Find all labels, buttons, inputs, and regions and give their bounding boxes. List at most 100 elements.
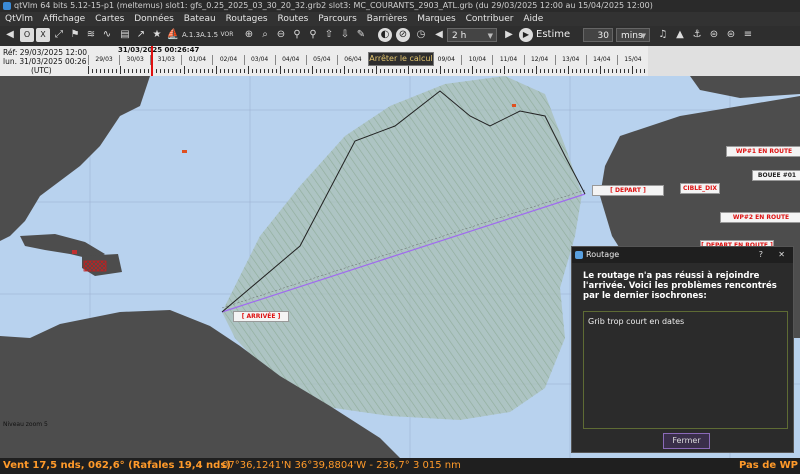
timeline-tick: [244, 69, 245, 73]
route-end-icon[interactable]: ⇩: [338, 28, 352, 42]
timeline-date: 13/04: [554, 55, 586, 65]
play-icon[interactable]: ▶: [519, 28, 533, 42]
timeline-tick: [108, 69, 109, 73]
back-icon[interactable]: ◀: [3, 28, 17, 42]
menu-aide[interactable]: Aide: [523, 14, 543, 24]
menu-icon[interactable]: ≡: [741, 28, 755, 42]
timeline-tick: [416, 69, 417, 73]
menu-affichage[interactable]: Affichage: [43, 14, 85, 24]
vor-icon[interactable]: VOR: [218, 28, 236, 42]
timeline-date: 09/04: [430, 55, 461, 65]
timeline-tick: [164, 69, 165, 73]
zoom-out-icon[interactable]: ⊖: [274, 28, 288, 42]
departure-label[interactable]: [ DEPART ]: [592, 185, 664, 196]
chart-icon[interactable]: ▤: [118, 28, 132, 42]
close-icon[interactable]: ✕: [778, 247, 785, 263]
timeline-tick: [368, 69, 369, 73]
menu-routages[interactable]: Routages: [226, 14, 268, 24]
step-unit-select[interactable]: mins ▼: [616, 28, 650, 42]
menu-contribuer[interactable]: Contribuer: [466, 14, 514, 24]
bell-icon[interactable]: ♫: [656, 28, 670, 42]
menu-routes[interactable]: Routes: [277, 14, 308, 24]
timeline-tick: [388, 69, 389, 73]
menu-marques[interactable]: Marques: [417, 14, 455, 24]
anchor-icon[interactable]: ⚓: [690, 28, 704, 42]
current-icon[interactable]: ≋: [84, 28, 98, 42]
obstacle-marker: [182, 150, 187, 153]
dialog-title-bar: Routage ? ✕: [572, 247, 793, 263]
pin2-icon[interactable]: ⚲: [306, 28, 320, 42]
zoom-fit-icon[interactable]: ⤢: [52, 28, 66, 42]
timeline-date: 01/04: [181, 55, 212, 65]
star-icon[interactable]: ★: [150, 28, 164, 42]
menu-donnees[interactable]: Données: [134, 14, 174, 24]
clock-icon[interactable]: ◷: [414, 28, 428, 42]
grib2-icon[interactable]: X: [36, 28, 50, 42]
stop-icon[interactable]: ⊘: [396, 28, 410, 42]
search-icon[interactable]: ⌕: [258, 28, 272, 42]
wp1-label[interactable]: WP#1 EN ROUTE: [726, 146, 800, 157]
buoy-label[interactable]: BOUEE #01: [752, 170, 800, 181]
timeline-tick: [440, 66, 441, 74]
timeline[interactable]: 31/03/2025 00:26:47 29/03 30/03 31/03 01/04…: [88, 46, 648, 76]
route-icon[interactable]: ↗: [134, 28, 148, 42]
mark-b-icon[interactable]: A.1.5: [200, 28, 218, 42]
mark-a-icon[interactable]: A.1.3: [182, 28, 200, 42]
interval-select[interactable]: 2 h ▼: [447, 28, 497, 42]
pin-icon[interactable]: ⚲: [290, 28, 304, 42]
warning-icon[interactable]: ▲: [673, 28, 687, 42]
app-icon: [3, 2, 11, 10]
lock-icon[interactable]: ⊜: [707, 28, 721, 42]
wp2-label[interactable]: WP#2 EN ROUTE: [720, 212, 800, 223]
timeline-tick: [208, 69, 209, 73]
toolbar: ◀ O X ⤢ ⚑ ≋ ∿ ▤ ↗ ★ ⛵ A.1.3 A.1.5 VOR ⊕ …: [0, 26, 800, 46]
routing-icon[interactable]: ◐: [378, 28, 392, 42]
waypoint-status: Pas de WP: [738, 460, 798, 471]
arrival-label[interactable]: [ ARRIVÉE ]: [233, 311, 289, 322]
timeline-tick: [548, 69, 549, 73]
timeline-tick: [456, 69, 457, 73]
step-value-input[interactable]: 30: [583, 28, 613, 42]
next-icon[interactable]: ▶: [502, 28, 516, 42]
boat-icon[interactable]: ⛵: [166, 28, 180, 42]
zoom-in-icon[interactable]: ⊕: [242, 28, 256, 42]
timeline-tick: [460, 69, 461, 73]
timeline-tick: [140, 69, 141, 73]
route-start-icon[interactable]: ⇧: [322, 28, 336, 42]
timeline-tick: [124, 69, 125, 73]
timeline-tick: [644, 69, 645, 73]
timeline-tick: [272, 69, 273, 73]
timeline-tick: [636, 69, 637, 73]
timeline-tick: [372, 69, 373, 73]
timeline-tick: [96, 69, 97, 73]
wave-icon[interactable]: ∿: [100, 28, 114, 42]
timeline-tick: [156, 69, 157, 73]
menu-cartes[interactable]: Cartes: [95, 14, 124, 24]
wind-icon[interactable]: ⚑: [68, 28, 82, 42]
timeline-cursor[interactable]: [151, 46, 153, 76]
timeline-tick: [332, 69, 333, 73]
timeline-date: 11/04: [492, 55, 523, 65]
timeline-tick: [92, 69, 93, 73]
menu-parcours[interactable]: Parcours: [318, 14, 357, 24]
prev-icon[interactable]: ◀: [432, 28, 446, 42]
timeline-tick: [520, 69, 521, 73]
lock2-icon[interactable]: ⊜: [724, 28, 738, 42]
help-icon[interactable]: ?: [759, 247, 763, 263]
target-label[interactable]: CIBLE_DIX: [680, 183, 720, 194]
grib-icon[interactable]: O: [20, 28, 34, 42]
menu-bateau[interactable]: Bateau: [184, 14, 216, 24]
timeline-tick: [236, 69, 237, 73]
timeline-tick: [292, 69, 293, 73]
trace-icon[interactable]: ✎: [354, 28, 368, 42]
close-button[interactable]: Fermer: [663, 433, 710, 449]
menu-barrieres[interactable]: Barrières: [367, 14, 408, 24]
stop-calc-button[interactable]: Arrêter le calcul: [368, 52, 434, 66]
timeline-tick: [484, 69, 485, 73]
timeline-ticks: [88, 66, 648, 74]
estimate-label: Estime: [536, 29, 571, 40]
routing-dialog: Routage ? ✕ Le routage n'a pas réussi à …: [571, 246, 794, 453]
timeline-tick: [196, 69, 197, 73]
timeline-tick: [328, 69, 329, 73]
menu-qtvlm[interactable]: QtVlm: [5, 14, 33, 24]
